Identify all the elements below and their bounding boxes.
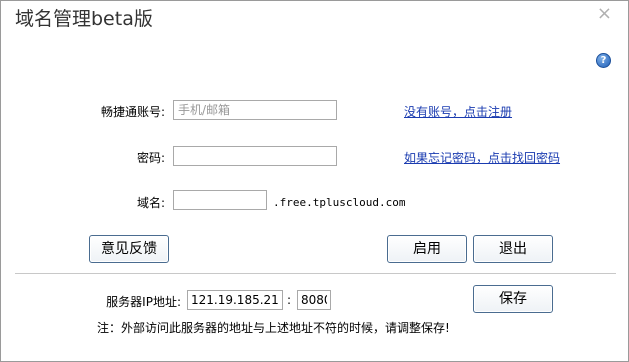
forgot-password-link[interactable]: 如果忘记密码，点击找回密码 xyxy=(404,149,560,166)
password-input[interactable] xyxy=(173,146,337,166)
domain-management-dialog: 域名管理beta版 × ? 畅捷通账号: 没有账号，点击注册 密码: 如果忘记密… xyxy=(0,0,629,362)
register-link[interactable]: 没有账号，点击注册 xyxy=(404,103,512,120)
feedback-button[interactable]: 意见反馈 xyxy=(89,235,169,263)
account-label: 畅捷通账号: xyxy=(100,105,165,119)
password-label: 密码: xyxy=(136,151,165,165)
server-ip-input[interactable] xyxy=(187,290,283,310)
server-note: 注：外部访问此服务器的地址与上述地址不符的时候，请调整保存! xyxy=(97,321,450,335)
domain-label: 域名: xyxy=(136,196,165,210)
port-separator: : xyxy=(287,293,292,307)
server-port-input[interactable] xyxy=(297,290,331,310)
close-icon[interactable]: × xyxy=(597,3,612,24)
dialog-title: 域名管理beta版 xyxy=(15,8,153,30)
enable-button[interactable]: 启用 xyxy=(387,235,467,263)
account-input[interactable] xyxy=(173,100,337,120)
domain-suffix: .free.tpluscloud.com xyxy=(273,196,406,209)
help-icon[interactable]: ? xyxy=(596,53,611,68)
save-button[interactable]: 保存 xyxy=(473,285,553,313)
server-ip-label: 服务器IP地址: xyxy=(106,295,181,309)
domain-input[interactable] xyxy=(173,190,267,210)
exit-button[interactable]: 退出 xyxy=(473,235,553,263)
section-divider xyxy=(15,273,616,274)
